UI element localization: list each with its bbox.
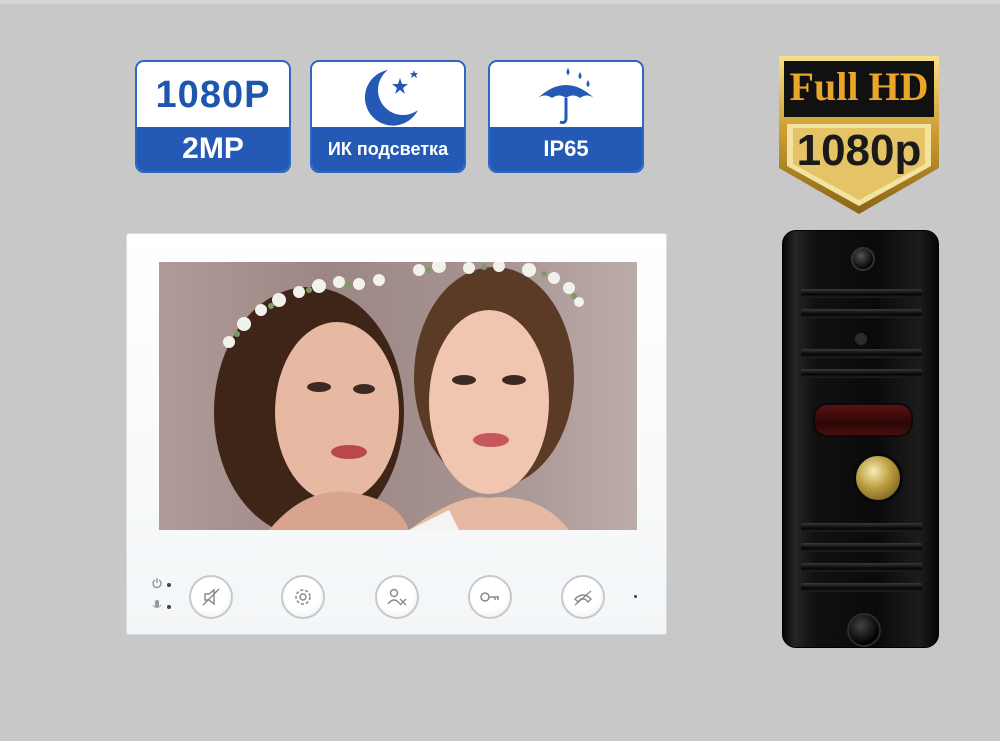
- gear-icon: [295, 589, 311, 605]
- night-vision-badge: ИК подсветка: [310, 60, 466, 173]
- status-led: [634, 595, 637, 598]
- panel-screw: [855, 333, 867, 345]
- power-icon: [152, 578, 162, 588]
- 1080p-text: 1080p: [796, 126, 922, 175]
- door-call-panel: [782, 230, 939, 648]
- weather-badge: IP65: [488, 60, 644, 173]
- ir-backlight-label: ИК подсветка: [327, 138, 449, 159]
- monitor-button-row: [127, 569, 666, 629]
- resolution-badge: 1080P 2MP: [135, 60, 291, 173]
- panel-groove: [801, 583, 922, 592]
- mic-indicator: [167, 605, 171, 609]
- moon-stars-icon: [312, 62, 464, 129]
- full-hd-emblem: Full HD 1080p: [779, 56, 939, 214]
- people-icon: [387, 588, 407, 606]
- doorbell-button[interactable]: [853, 453, 903, 503]
- panel-groove: [801, 543, 922, 552]
- ir-window: [813, 403, 913, 437]
- unlock-button[interactable]: [468, 575, 512, 619]
- settings-button[interactable]: [281, 575, 325, 619]
- panel-groove: [801, 563, 922, 572]
- ip65-label: IP65: [543, 136, 589, 161]
- power-indicator: [167, 583, 171, 587]
- bottom-camera-lens: [847, 613, 881, 647]
- panel-groove: [801, 289, 922, 298]
- monitor-screen: [159, 262, 637, 530]
- full-hd-text: Full HD: [789, 64, 929, 109]
- mic-icon: [152, 600, 162, 608]
- mute-icon: [202, 588, 220, 606]
- key-icon: [480, 592, 499, 602]
- megapixel-label: 2MP: [182, 132, 244, 165]
- phone-icon: [574, 590, 592, 606]
- top-camera-lens: [851, 247, 875, 271]
- panel-groove: [801, 349, 922, 358]
- top-border-line: [0, 0, 1000, 4]
- call-button[interactable]: [561, 575, 605, 619]
- panel-groove: [801, 309, 922, 318]
- mute-button[interactable]: [189, 575, 233, 619]
- intercom-monitor: [126, 233, 667, 635]
- panel-groove: [801, 369, 922, 378]
- screen-photo: [214, 262, 584, 530]
- panel-groove: [801, 523, 922, 532]
- intercom-button[interactable]: [375, 575, 419, 619]
- resolution-label: 1080P: [155, 74, 271, 116]
- umbrella-rain-icon: [490, 62, 642, 129]
